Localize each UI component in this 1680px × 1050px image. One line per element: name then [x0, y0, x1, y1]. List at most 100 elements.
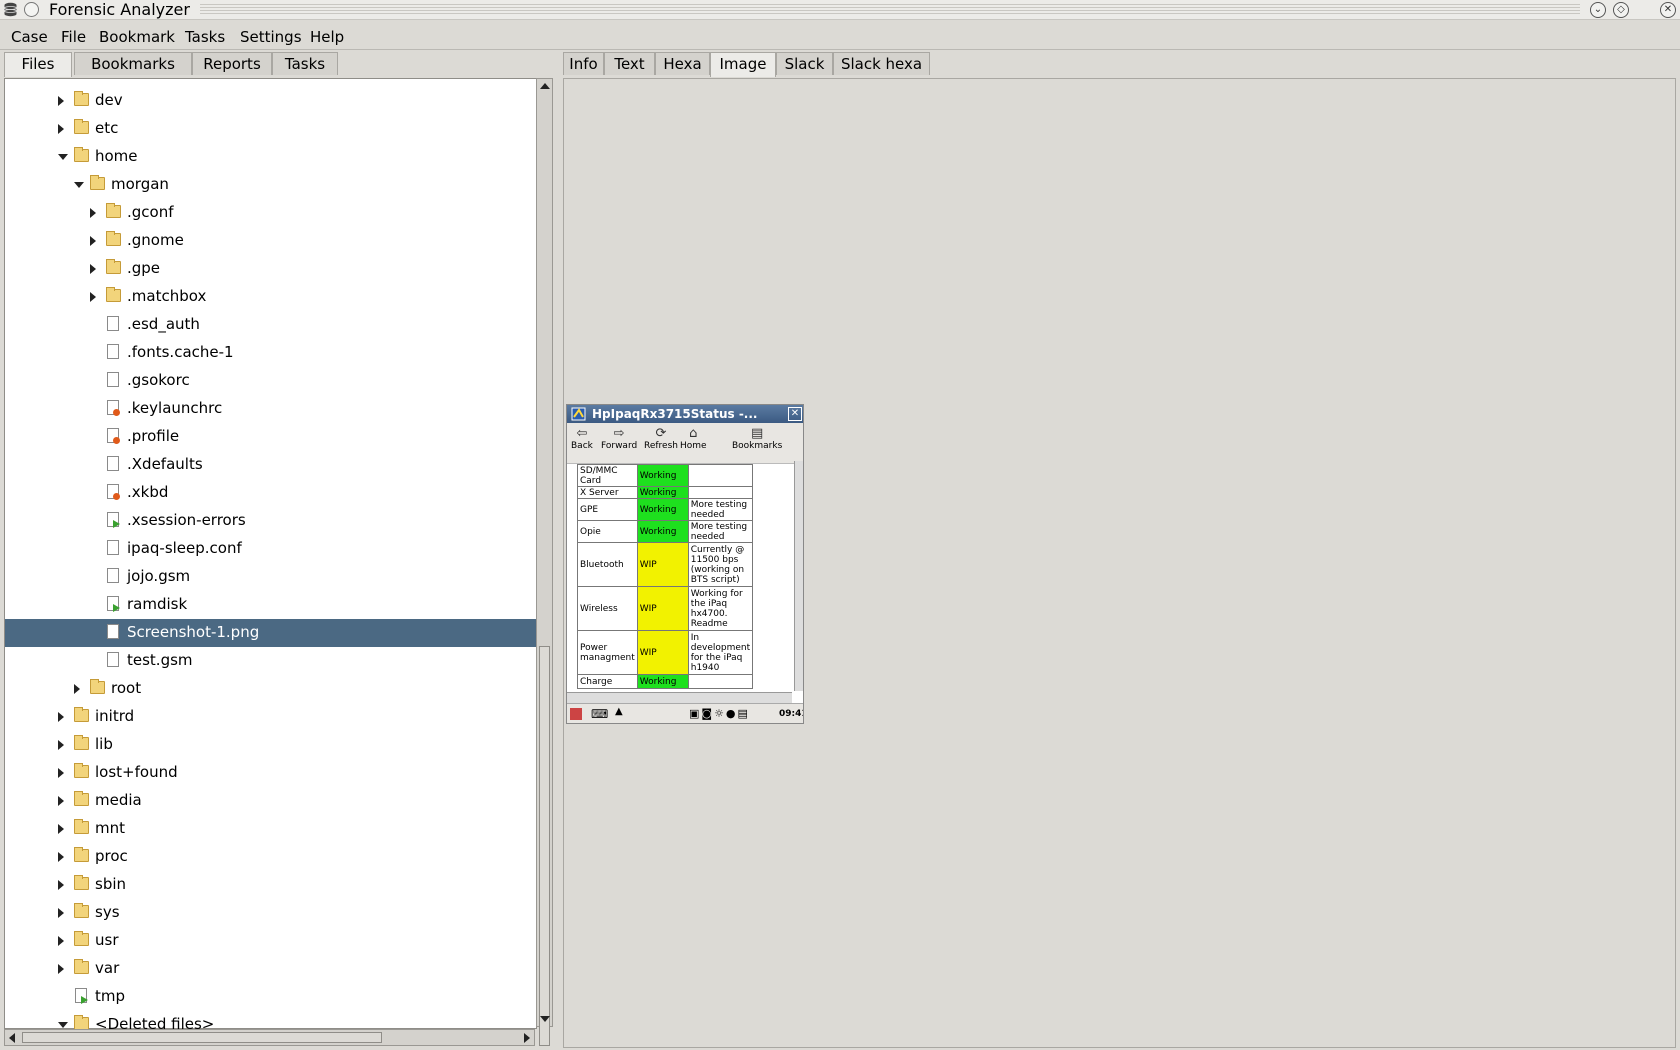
- tab-files[interactable]: Files: [4, 52, 72, 77]
- tree-file[interactable]: ipaq-sleep.conf: [5, 535, 536, 563]
- tree-folder[interactable]: root: [5, 675, 536, 703]
- tree-file[interactable]: .keylaunchrc: [5, 395, 536, 423]
- expander-closed-icon[interactable]: [58, 964, 64, 974]
- tree-folder[interactable]: proc: [5, 843, 536, 871]
- expander-closed-icon[interactable]: [58, 124, 64, 134]
- file-icon: [107, 372, 119, 387]
- tree-horizontal-scrollbar[interactable]: [4, 1029, 535, 1046]
- expander-closed-icon[interactable]: [90, 292, 96, 302]
- feature-cell: Charge: [577, 674, 638, 689]
- scroll-up-icon[interactable]: [540, 83, 550, 89]
- tree-folder[interactable]: .gconf: [5, 199, 536, 227]
- menu-help[interactable]: Help: [310, 28, 344, 46]
- expander-closed-icon[interactable]: [58, 880, 64, 890]
- tab-slack[interactable]: Slack: [776, 52, 833, 75]
- tab-tasks[interactable]: Tasks: [272, 52, 338, 75]
- tree-file[interactable]: Screenshot-1.png: [5, 619, 536, 647]
- expander-closed-icon[interactable]: [58, 908, 64, 918]
- tree-folder[interactable]: lost+found: [5, 759, 536, 787]
- expander-closed-icon[interactable]: [90, 208, 96, 218]
- preview-vscroll: [794, 461, 803, 691]
- preview-hscroll: [567, 692, 792, 703]
- tree-file[interactable]: .fonts.cache-1: [5, 339, 536, 367]
- expander-open-icon[interactable]: [74, 182, 84, 188]
- tab-hexa[interactable]: Hexa: [655, 52, 710, 75]
- tab-info[interactable]: Info: [563, 52, 604, 75]
- feature-cell: Bluetooth: [577, 542, 638, 587]
- tree-folder[interactable]: initrd: [5, 703, 536, 731]
- tree-folder[interactable]: etc: [5, 115, 536, 143]
- feature-cell: GPE: [577, 498, 638, 521]
- tab-reports[interactable]: Reports: [192, 52, 272, 75]
- expander-closed-icon[interactable]: [58, 768, 64, 778]
- file-tree[interactable]: dev etc home morgan .gconf .gnome .gpe .matchbo…: [5, 79, 536, 1029]
- tree-file[interactable]: tmp: [5, 983, 536, 1011]
- menu-bookmark[interactable]: Bookmark: [99, 28, 175, 46]
- window-menu-icon[interactable]: [24, 2, 39, 17]
- tree-folder[interactable]: .gnome: [5, 227, 536, 255]
- tree-file[interactable]: .xkbd: [5, 479, 536, 507]
- expander-closed-icon[interactable]: [58, 796, 64, 806]
- tab-slack-hexa[interactable]: Slack hexa: [833, 52, 930, 75]
- menu-file[interactable]: File: [61, 28, 86, 46]
- scroll-down-icon[interactable]: [540, 1016, 550, 1022]
- tree-label: .Xdefaults: [127, 455, 203, 473]
- expander-closed-icon[interactable]: [58, 96, 64, 106]
- tab-bookmarks[interactable]: Bookmarks: [74, 52, 192, 75]
- folder-icon: [74, 847, 89, 862]
- expander-open-icon[interactable]: [58, 154, 68, 160]
- menu-tasks[interactable]: Tasks: [185, 28, 225, 46]
- tree-file[interactable]: test.gsm: [5, 647, 536, 675]
- tree-folder[interactable]: morgan: [5, 171, 536, 199]
- close-button[interactable]: ✕: [1660, 2, 1676, 18]
- tree-folder[interactable]: .matchbox: [5, 283, 536, 311]
- file-tree-panel: dev etc home morgan .gconf .gnome .gpe .matchbo…: [4, 78, 537, 1029]
- menu-case[interactable]: Case: [11, 28, 48, 46]
- tree-vertical-scrollbar[interactable]: [536, 78, 553, 1046]
- expander-closed-icon[interactable]: [58, 824, 64, 834]
- tree-folder[interactable]: .gpe: [5, 255, 536, 283]
- tree-label: .gpe: [127, 259, 161, 277]
- expander-closed-icon[interactable]: [74, 684, 80, 694]
- scroll-thumb[interactable]: [539, 646, 550, 1046]
- tree-file[interactable]: .Xdefaults: [5, 451, 536, 479]
- tree-file[interactable]: jojo.gsm: [5, 563, 536, 591]
- tree-folder[interactable]: lib: [5, 731, 536, 759]
- expander-closed-icon[interactable]: [90, 236, 96, 246]
- tab-text[interactable]: Text: [604, 52, 655, 75]
- tree-file[interactable]: ramdisk: [5, 591, 536, 619]
- scroll-right-icon[interactable]: [524, 1033, 530, 1043]
- tree-folder[interactable]: usr: [5, 927, 536, 955]
- tree-file[interactable]: .xsession-errors: [5, 507, 536, 535]
- expander-closed-icon[interactable]: [58, 740, 64, 750]
- expander-closed-icon[interactable]: [90, 264, 96, 274]
- tree-folder[interactable]: var: [5, 955, 536, 983]
- scroll-left-icon[interactable]: [9, 1033, 15, 1043]
- tree-folder[interactable]: media: [5, 787, 536, 815]
- folder-icon: [90, 175, 105, 190]
- preview-table-row: Power managment WIP In development for the…: [577, 630, 754, 675]
- menu-settings[interactable]: Settings: [240, 28, 302, 46]
- tree-folder[interactable]: sys: [5, 899, 536, 927]
- tree-label: proc: [95, 847, 128, 865]
- minimize-button[interactable]: ⌄: [1590, 2, 1606, 18]
- tree-folder[interactable]: <Deleted files>: [5, 1011, 536, 1029]
- tab-image[interactable]: Image: [710, 52, 776, 77]
- tree-folder[interactable]: dev: [5, 87, 536, 115]
- tree-file[interactable]: .esd_auth: [5, 311, 536, 339]
- expander-closed-icon[interactable]: [58, 852, 64, 862]
- tree-file[interactable]: .gsokorc: [5, 367, 536, 395]
- tree-file[interactable]: .profile: [5, 423, 536, 451]
- hscroll-thumb[interactable]: [22, 1032, 382, 1043]
- preview-table-row: Bluetooth WIP Currently @ 11500 bps (worki…: [577, 542, 754, 587]
- expander-open-icon[interactable]: [58, 1022, 68, 1028]
- expander-closed-icon[interactable]: [58, 712, 64, 722]
- tree-folder[interactable]: home: [5, 143, 536, 171]
- tree-folder[interactable]: mnt: [5, 815, 536, 843]
- maximize-button[interactable]: ◇: [1613, 2, 1629, 18]
- folder-icon: [74, 959, 89, 974]
- expander-closed-icon[interactable]: [58, 936, 64, 946]
- tray-icons: ▣◙☼●▤: [689, 707, 750, 720]
- preview-window-title: HpIpaqRx3715Status -...: [592, 407, 758, 421]
- tree-folder[interactable]: sbin: [5, 871, 536, 899]
